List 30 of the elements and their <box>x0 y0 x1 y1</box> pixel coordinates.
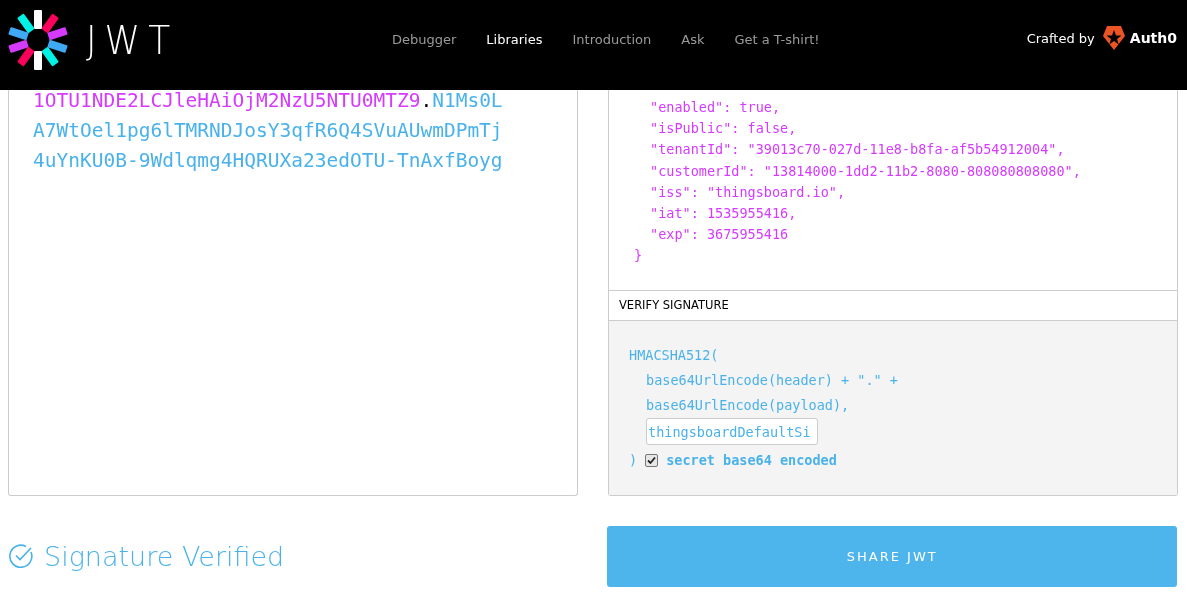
payload-line: "tenantId": "39013c70-027d-11e8-b8fa-af5b54912004", <box>649 140 1066 160</box>
payload-line: "iss": "thingsboard.io", <box>649 182 847 202</box>
check-circle-icon <box>8 543 34 569</box>
nav-link[interactable]: Get a T-shirt! <box>734 31 820 47</box>
payload-line: } <box>634 246 644 266</box>
encoded-token-line: A7WtOel1pg6lTMRNDJosY3qfR6Q4SVuAUwmDPmTj <box>33 118 504 144</box>
logo-text[interactable]: JWT <box>86 17 179 63</box>
shield-star-icon[interactable] <box>1102 26 1125 50</box>
section-header: VERIFY SIGNATURE <box>609 290 1177 321</box>
nav-link[interactable]: Debugger <box>392 31 457 47</box>
code-line: ) <box>629 451 638 470</box>
code-line: base64UrlEncode(header) + "." + <box>646 371 899 390</box>
checkbox[interactable] <box>645 454 659 467</box>
encoded-token-line: 1OTU1NDE2LCJleHAiOjM2NzU5NTU0MTZ9.N1Ms0L <box>33 88 504 114</box>
logo-starburst-icon[interactable] <box>7 9 69 71</box>
code-line: base64UrlEncode(payload), <box>646 396 851 415</box>
payload-line: "iat": 1535955416, <box>649 204 798 223</box>
payload-line: "customerId": "13814000-1dd2-11b2-8080-808080808080", <box>649 161 1082 181</box>
payload-line: "exp": 3675955416 <box>649 225 790 245</box>
nav-link[interactable]: Ask <box>681 31 705 47</box>
status-text: Signature Verified <box>44 540 285 572</box>
encoded-token-line: 4uYnKU0B-9Wdlqmg4HQRUXa23edOTU-TnAxfBoyg <box>33 148 504 174</box>
checkbox-label: secret base64 encoded <box>666 451 837 470</box>
crafted-by-text: Crafted by <box>1026 30 1095 46</box>
nav-link[interactable]: Introduction <box>572 31 652 47</box>
payload-line: "isPublic": false, <box>649 119 798 139</box>
brand-name[interactable]: Auth0 <box>1129 30 1177 46</box>
nav-link[interactable]: Libraries <box>486 31 543 47</box>
code-line: HMACSHA512( <box>629 346 720 365</box>
payload-line: "enabled": true, <box>649 98 782 117</box>
